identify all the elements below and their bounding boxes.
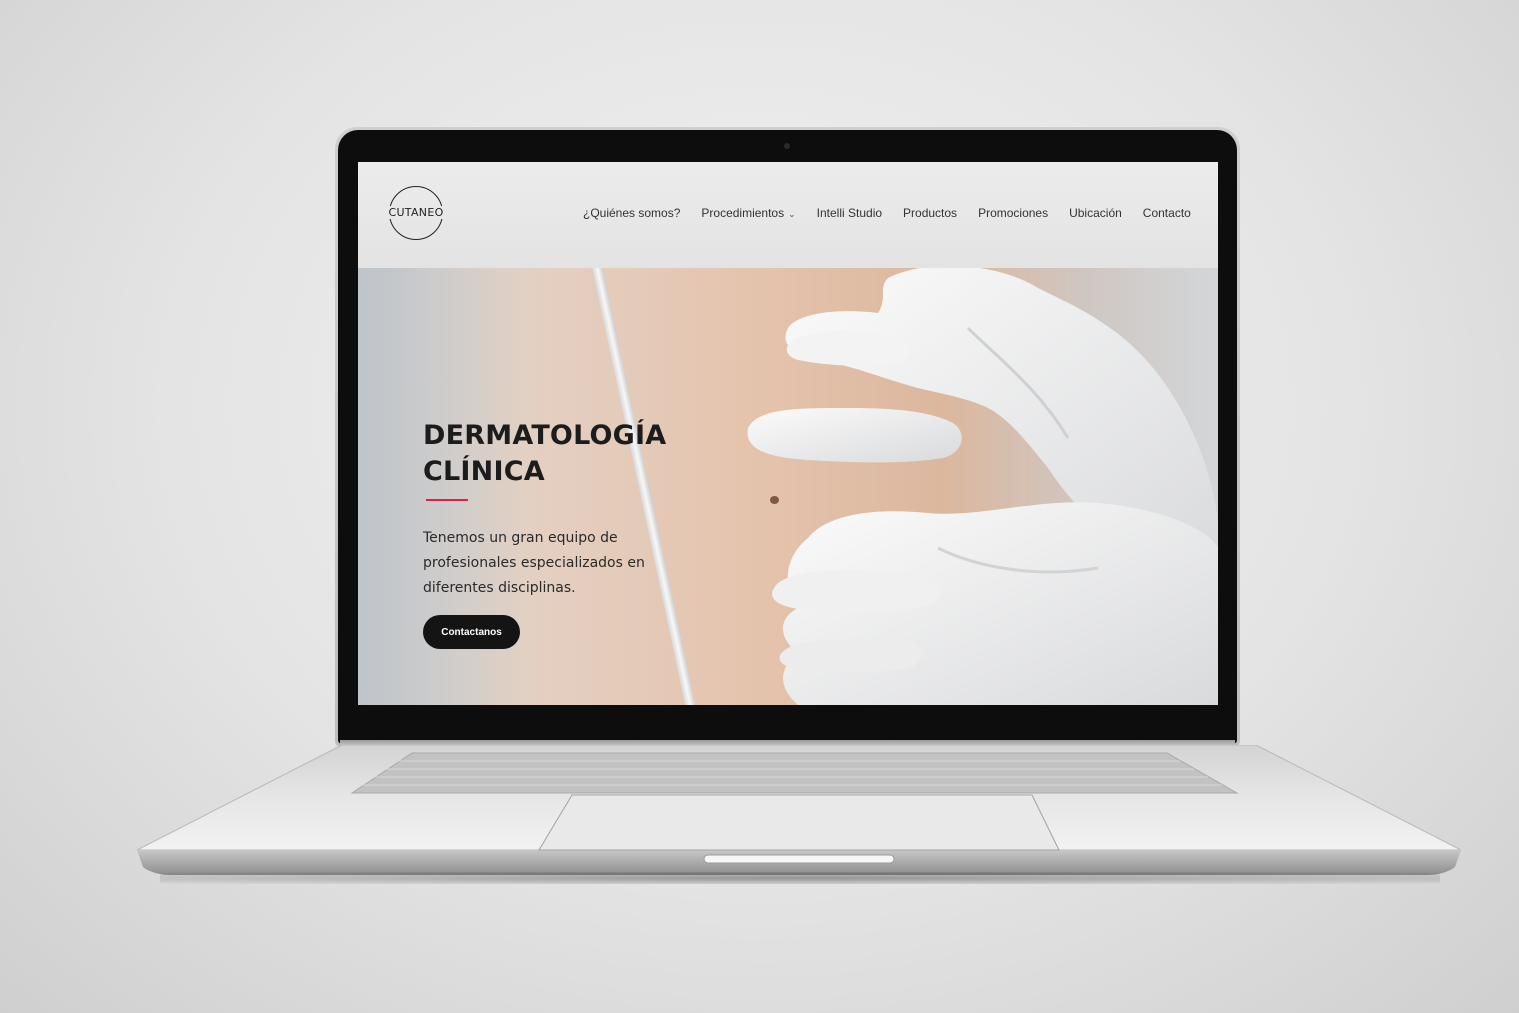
nav-item-contacto[interactable]: Contacto bbox=[1143, 206, 1191, 220]
nav-item-ubicacion[interactable]: Ubicación bbox=[1069, 206, 1122, 220]
hero-description: Tenemos un gran equipo de profesionales … bbox=[423, 530, 645, 596]
nav-item-promociones[interactable]: Promociones bbox=[978, 206, 1048, 220]
nav-item-intelli-studio[interactable]: Intelli Studio bbox=[817, 206, 882, 220]
hero-section: DERMATOLOGÍA CLÍNICA Tenemos un gran equ… bbox=[358, 268, 1218, 705]
hero-title-line-1: DERMATOLOGÍA bbox=[423, 420, 667, 451]
hero-title-line-2: CLÍNICA bbox=[423, 456, 545, 487]
hero-image-gloved-hands bbox=[747, 268, 1218, 705]
nav-item-label: Procedimientos bbox=[701, 206, 785, 220]
nav-item-procedimientos[interactable]: Procedimientos ⌄ bbox=[701, 206, 795, 220]
main-nav: ¿Quiénes somos? Procedimientos ⌄ Intelli … bbox=[583, 206, 1191, 220]
contactanos-button[interactable]: Contactanos bbox=[423, 615, 520, 649]
chevron-down-icon: ⌄ bbox=[788, 209, 796, 219]
browser-screen: CUTANEO ¿Quiénes somos? Procedimientos ⌄ … bbox=[358, 162, 1218, 705]
laptop-base bbox=[137, 745, 1461, 875]
logo[interactable]: CUTANEO bbox=[383, 206, 449, 219]
site-header: CUTANEO ¿Quiénes somos? Procedimientos ⌄ … bbox=[358, 162, 1218, 268]
webcam bbox=[784, 143, 790, 149]
title-accent-divider bbox=[426, 499, 468, 501]
nav-item-quienes-somos[interactable]: ¿Quiénes somos? bbox=[583, 206, 680, 220]
nav-item-productos[interactable]: Productos bbox=[903, 206, 957, 220]
hero-title: DERMATOLOGÍA CLÍNICA bbox=[423, 418, 666, 490]
laptop-shadow bbox=[160, 872, 1440, 884]
